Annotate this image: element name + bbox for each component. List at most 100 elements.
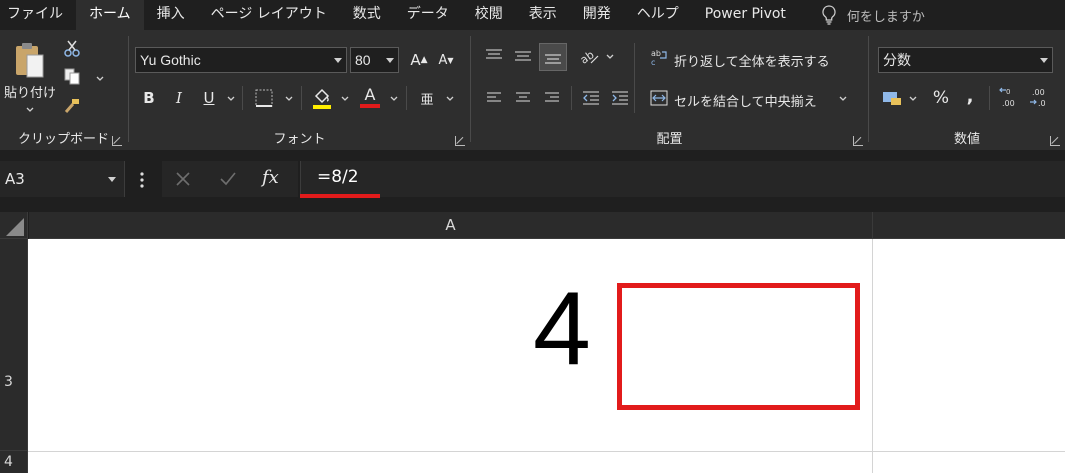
- wrap-text-icon[interactable]: ab c: [649, 47, 669, 67]
- align-right-icon[interactable]: [541, 87, 563, 109]
- align-bottom-icon[interactable]: [539, 43, 567, 71]
- borders-chevron-icon[interactable]: [284, 94, 294, 104]
- formula-highlight-underline: [300, 194, 380, 198]
- row-gridline: [28, 451, 1065, 452]
- fill-color-icon[interactable]: [311, 85, 333, 111]
- italic-button[interactable]: I: [169, 87, 189, 109]
- column-header-a[interactable]: A: [29, 212, 873, 239]
- tab-home[interactable]: ホーム: [76, 0, 144, 30]
- tab-file[interactable]: ファイル: [0, 0, 76, 30]
- wrap-text-button[interactable]: 折り返して全体を表示する: [674, 51, 830, 70]
- font-size-arrow-icon: [386, 58, 394, 63]
- merge-center-icon[interactable]: [649, 88, 669, 108]
- phonetic-glyph: 亜: [420, 92, 434, 108]
- borders-icon[interactable]: [253, 87, 275, 109]
- number-format-value: 分数: [883, 52, 911, 68]
- merge-chevron-icon[interactable]: [838, 94, 848, 104]
- phonetic-chevron-icon[interactable]: [445, 94, 455, 104]
- orientation-icon[interactable]: ab: [578, 45, 600, 67]
- align-middle-icon[interactable]: [512, 45, 534, 67]
- paste-button[interactable]: 貼り付け: [4, 82, 56, 101]
- font-color-chevron-icon[interactable]: [389, 94, 399, 104]
- highlight-box: [617, 283, 860, 410]
- tab-power-pivot[interactable]: Power Pivot: [692, 0, 799, 30]
- number-format-dropdown[interactable]: 分数: [878, 47, 1053, 73]
- grow-font-icon[interactable]: A ▲: [408, 48, 430, 72]
- phonetic-icon[interactable]: 亜: [416, 87, 438, 109]
- increase-indent-icon[interactable]: [609, 87, 631, 109]
- font-separator: [406, 86, 407, 110]
- enter-icon[interactable]: [220, 172, 236, 186]
- lightbulb-icon: [822, 5, 836, 25]
- font-color-icon[interactable]: A: [359, 84, 381, 110]
- shrink-font-icon[interactable]: A ▼: [435, 48, 457, 72]
- formula-buttons: fx: [162, 161, 298, 197]
- fill-color-chevron-icon[interactable]: [340, 94, 350, 104]
- bold-button[interactable]: B: [139, 87, 159, 109]
- number-format-arrow-icon: [1040, 58, 1048, 63]
- font-name-arrow-icon: [334, 58, 342, 63]
- font-separator: [242, 86, 243, 110]
- font-name-dropdown[interactable]: Yu Gothic: [135, 47, 347, 73]
- format-painter-icon[interactable]: [62, 96, 82, 116]
- font-color-bar: [360, 104, 380, 108]
- svg-text:.00: .00: [1032, 88, 1045, 97]
- increase-decimal-icon[interactable]: 0.00: [998, 85, 1022, 111]
- tab-help[interactable]: ヘルプ: [624, 0, 692, 30]
- align-top-icon[interactable]: [483, 45, 505, 67]
- select-all-corner[interactable]: [0, 212, 28, 239]
- tab-review[interactable]: 校閲: [462, 0, 516, 30]
- tell-me-box[interactable]: 何をしますか: [821, 0, 925, 30]
- tab-view[interactable]: 表示: [516, 0, 570, 30]
- shrink-font-glyph: A: [438, 52, 448, 68]
- font-size-value: 80: [355, 52, 371, 68]
- underline-button[interactable]: U: [199, 87, 219, 109]
- tab-formulas[interactable]: 数式: [340, 0, 394, 30]
- cancel-icon[interactable]: [176, 172, 190, 186]
- name-box-value: A3: [5, 170, 25, 188]
- font-size-dropdown[interactable]: 80: [350, 47, 399, 73]
- align-center-icon[interactable]: [512, 87, 534, 109]
- cell-a3-value[interactable]: 4: [533, 277, 591, 381]
- insert-function-button[interactable]: fx: [262, 167, 279, 188]
- font-group: Yu Gothic 80 A ▲ A ▼ B I U A 亜 フォント: [129, 30, 470, 150]
- tab-developer[interactable]: 開発: [570, 0, 624, 30]
- name-box[interactable]: A3: [0, 161, 125, 197]
- name-box-arrow-icon: [108, 177, 116, 182]
- currency-chevron-icon[interactable]: [908, 94, 918, 104]
- paste-icon[interactable]: [12, 40, 46, 80]
- comma-button[interactable]: ,: [960, 85, 980, 107]
- svg-text:ab: ab: [579, 48, 597, 65]
- more-options-icon[interactable]: [140, 172, 144, 188]
- merge-center-button[interactable]: セルを結合して中央揃え: [674, 91, 817, 110]
- decrease-indent-icon[interactable]: [580, 87, 602, 109]
- cut-icon[interactable]: [62, 38, 82, 58]
- align-separator: [634, 43, 635, 113]
- tab-insert[interactable]: 挿入: [144, 0, 198, 30]
- number-separator: [989, 86, 990, 110]
- currency-icon[interactable]: [881, 87, 903, 109]
- row-header-3[interactable]: 3: [0, 239, 28, 451]
- align-left-icon[interactable]: [483, 87, 505, 109]
- alignment-group-label: 配置: [656, 132, 683, 147]
- copy-icon[interactable]: [62, 66, 82, 86]
- tab-page-layout[interactable]: ページ レイアウト: [198, 0, 340, 30]
- formula-bar: A3 fx =8/2: [0, 150, 1065, 212]
- percent-button[interactable]: %: [930, 87, 952, 109]
- tab-data[interactable]: データ: [394, 0, 462, 30]
- formula-input[interactable]: =8/2: [300, 161, 1065, 197]
- clipboard-launcher-icon[interactable]: [112, 136, 122, 146]
- font-name-value: Yu Gothic: [140, 52, 201, 68]
- paste-chevron-icon[interactable]: [25, 105, 35, 115]
- column-header-b[interactable]: [873, 212, 1065, 239]
- orientation-chevron-icon[interactable]: [605, 52, 615, 62]
- tell-me-text: 何をしますか: [846, 9, 925, 25]
- decrease-decimal-icon[interactable]: .00.0: [1028, 85, 1052, 111]
- font-launcher-icon[interactable]: [455, 136, 465, 146]
- copy-chevron-icon[interactable]: [95, 74, 105, 84]
- number-launcher-icon[interactable]: [1050, 136, 1060, 146]
- underline-chevron-icon[interactable]: [226, 94, 236, 104]
- worksheet-cells[interactable]: 4: [28, 239, 1065, 473]
- row-header-4[interactable]: 4: [0, 451, 28, 473]
- alignment-launcher-icon[interactable]: [853, 136, 863, 146]
